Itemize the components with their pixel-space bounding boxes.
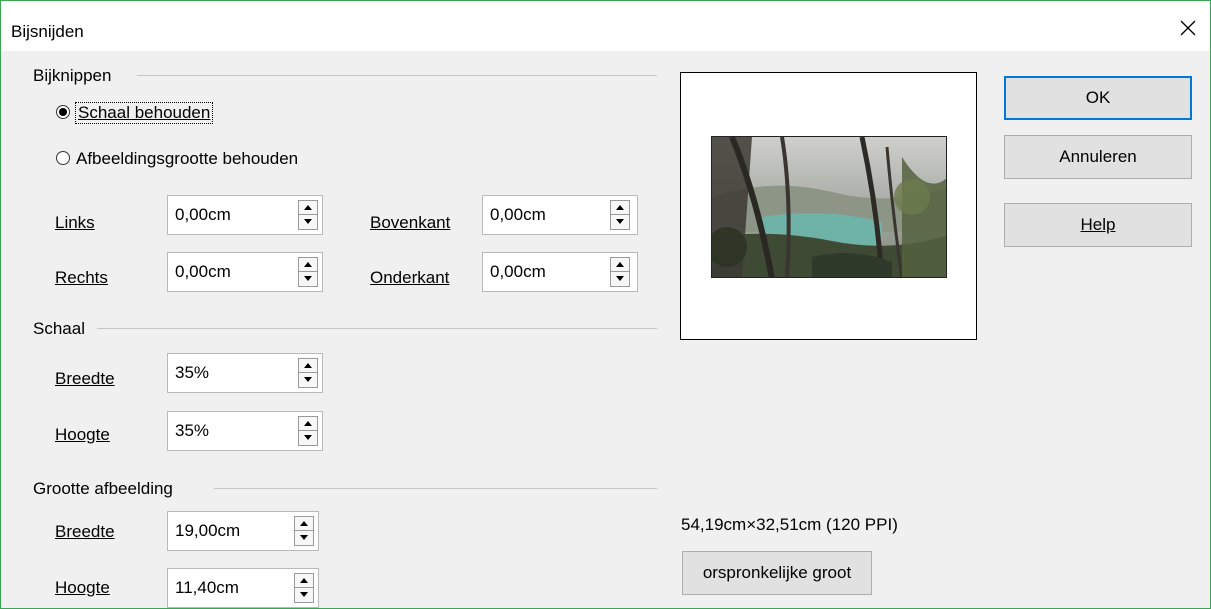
size-section-divider	[214, 488, 657, 489]
spin-down-icon	[304, 377, 312, 382]
spin-down-button[interactable]	[299, 272, 317, 286]
spin-down-button[interactable]	[299, 215, 317, 229]
spin-down-button[interactable]	[611, 272, 629, 286]
keep-size-label[interactable]: Afbeeldingsgrootte behouden	[76, 149, 298, 169]
spin-down-icon	[300, 592, 308, 597]
spin-up-icon	[300, 578, 308, 583]
spin-up-icon	[300, 521, 308, 526]
spin-up-button[interactable]	[299, 201, 317, 215]
original-size-info: 54,19cm×32,51cm (120 PPI)	[681, 515, 898, 534]
bottom-label: Onderkant	[370, 268, 450, 287]
spin-down-icon	[304, 435, 312, 440]
help-button-label: Help	[1080, 215, 1116, 234]
close-button[interactable]	[1175, 15, 1201, 41]
top-spinner[interactable]	[610, 200, 630, 230]
left-spinner[interactable]	[298, 200, 318, 230]
size-width-label: Breedte	[55, 522, 115, 541]
right-label: Rechts	[55, 268, 108, 287]
keep-scale-label[interactable]: Schaal behouden	[75, 102, 214, 124]
spin-up-icon	[304, 363, 312, 368]
spin-up-button[interactable]	[299, 359, 317, 373]
preview-image	[711, 136, 947, 278]
spin-up-icon	[304, 205, 312, 210]
original-size-button[interactable]: orspronkelijke groot	[682, 551, 872, 595]
close-icon	[1180, 20, 1196, 36]
keep-scale-radio[interactable]	[56, 105, 70, 119]
spin-down-button[interactable]	[299, 373, 317, 387]
bottom-spinner[interactable]	[610, 257, 630, 287]
crop-section-title: Bijknippen	[33, 66, 112, 85]
spin-up-icon	[616, 205, 624, 210]
spin-up-icon	[616, 262, 624, 267]
spin-up-button[interactable]	[295, 574, 313, 588]
scale-width-spinner[interactable]	[298, 358, 318, 388]
spin-down-icon	[304, 219, 312, 224]
spin-up-button[interactable]	[295, 517, 313, 531]
scale-section-divider	[97, 328, 657, 329]
spin-down-icon	[300, 535, 308, 540]
size-height-label: Hoogte	[55, 578, 110, 597]
right-spinner[interactable]	[298, 257, 318, 287]
spin-down-icon	[304, 276, 312, 281]
radio-selected-dot	[59, 108, 67, 116]
keep-size-radio[interactable]	[56, 151, 70, 165]
ok-button[interactable]: OK	[1004, 76, 1192, 120]
spin-down-button[interactable]	[295, 588, 313, 602]
window-title: Bijsnijden	[11, 22, 84, 41]
spin-down-button[interactable]	[611, 215, 629, 229]
spin-up-button[interactable]	[299, 258, 317, 272]
preview-photo-graphic	[712, 137, 946, 277]
size-section-title: Grootte afbeelding	[33, 479, 173, 498]
spin-up-icon	[304, 262, 312, 267]
spin-up-button[interactable]	[611, 258, 629, 272]
spin-up-icon	[304, 421, 312, 426]
help-button[interactable]: Help	[1004, 203, 1192, 247]
spin-down-button[interactable]	[299, 431, 317, 445]
spin-down-button[interactable]	[295, 531, 313, 545]
keep-scale-text: Schaal behouden	[78, 103, 211, 122]
crop-section-divider	[137, 75, 657, 76]
scale-height-spinner[interactable]	[298, 416, 318, 446]
scale-height-label: Hoogte	[55, 425, 110, 444]
scale-width-label: Breedte	[55, 369, 115, 388]
top-label: Bovenkant	[370, 213, 451, 232]
crop-dialog: Bijsnijden Bijknippen Schaal behouden Af…	[0, 0, 1211, 609]
scale-section-title: Schaal	[33, 319, 85, 338]
size-height-spinner[interactable]	[294, 573, 314, 603]
title-bar: Bijsnijden	[1, 1, 1210, 51]
left-label: Links	[55, 213, 95, 232]
spin-up-button[interactable]	[299, 417, 317, 431]
size-width-spinner[interactable]	[294, 516, 314, 546]
spin-down-icon	[616, 219, 624, 224]
spin-up-button[interactable]	[611, 201, 629, 215]
spin-down-icon	[616, 276, 624, 281]
cancel-button[interactable]: Annuleren	[1004, 135, 1192, 179]
